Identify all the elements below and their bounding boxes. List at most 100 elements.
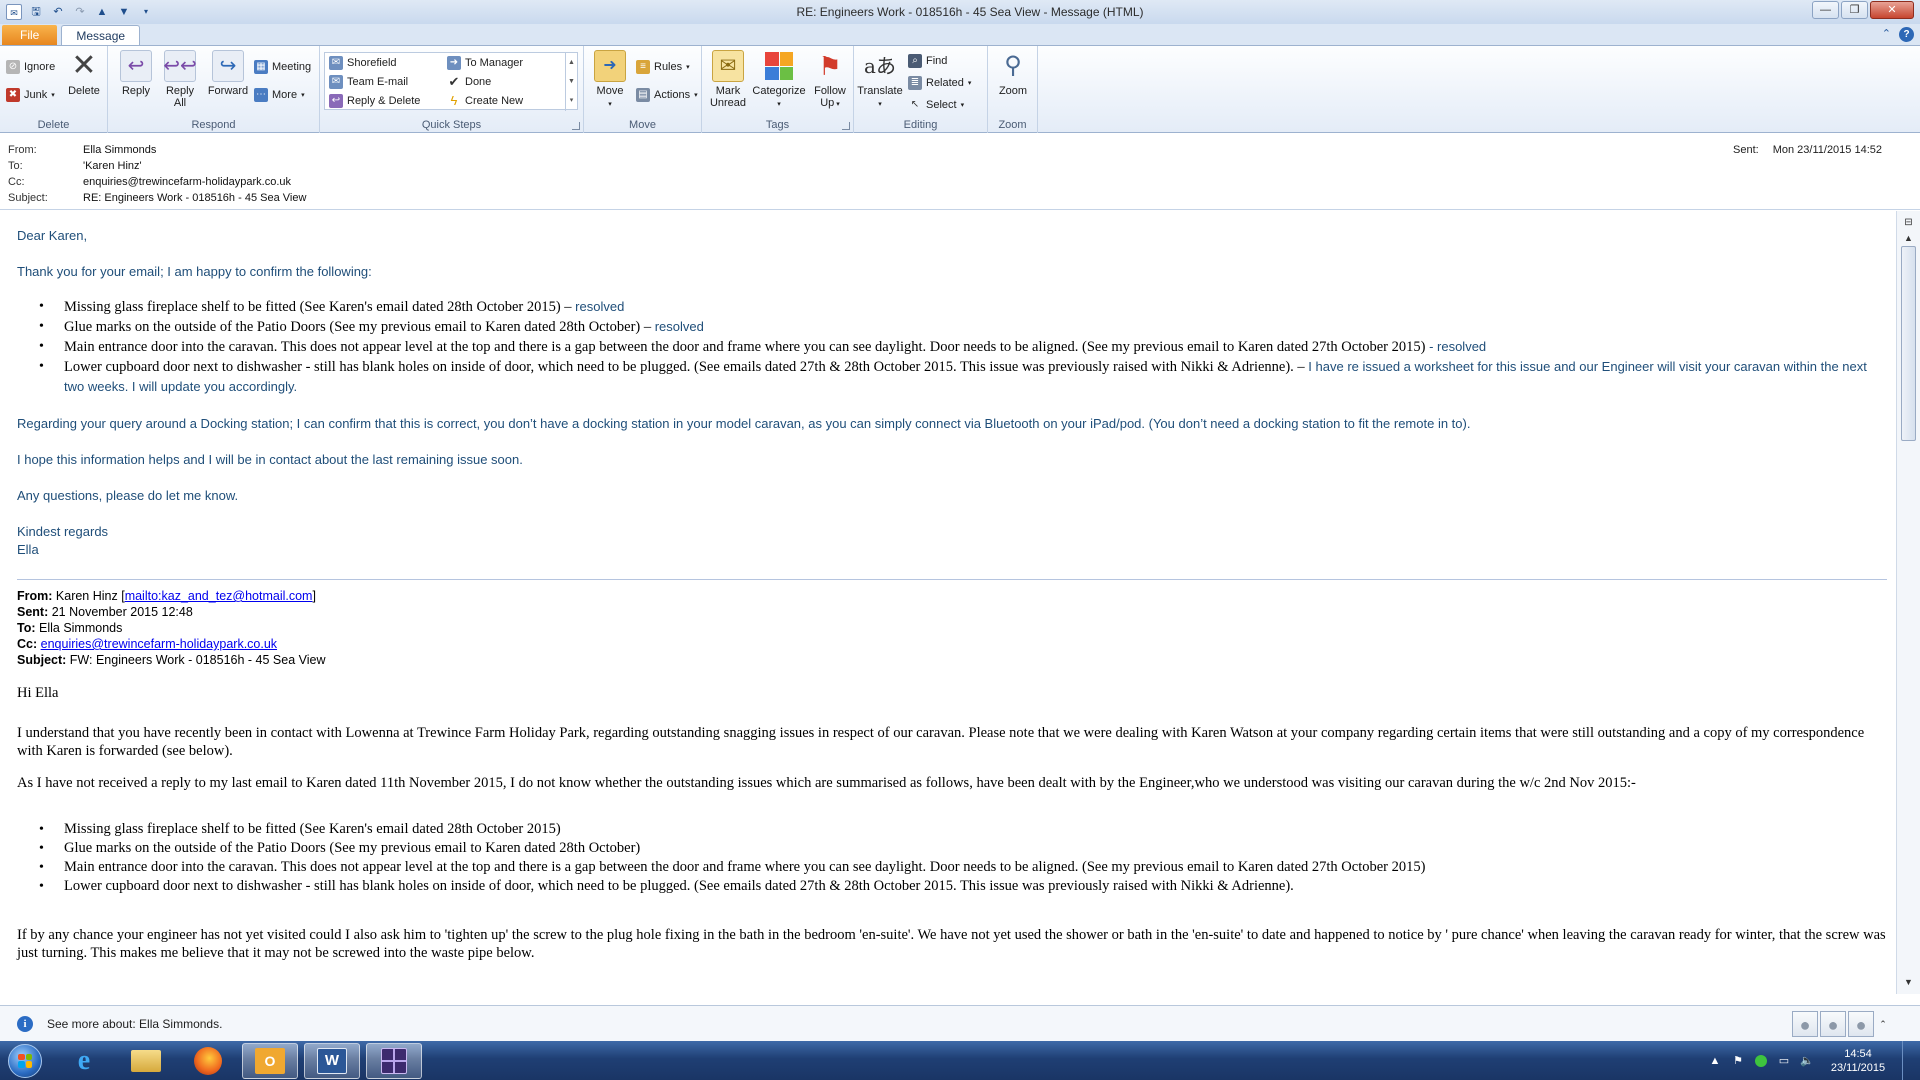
split-icon[interactable]: ⊟ [1901,215,1916,230]
translate-button[interactable]: aあ Translate ▾ [856,50,904,111]
tab-file[interactable]: File [2,25,58,45]
next-item-icon[interactable]: ▼ [116,4,132,20]
undo-icon[interactable]: ↶ [50,4,66,20]
person-avatar-icon[interactable]: ● [1848,1011,1874,1037]
maximize-button[interactable]: ❐ [1841,1,1868,19]
related-icon: ≣ [908,76,922,90]
quick-step-to-manager[interactable]: ➜ To Manager [447,54,523,72]
quick-step-shorefield[interactable]: ✉ Shorefield [329,54,397,72]
list-item: Missing glass fireplace shelf to be fitt… [39,297,1887,317]
meeting-button[interactable]: ▦ Meeting [254,58,311,76]
scrollbar-thumb[interactable] [1901,246,1916,441]
fwd-from-link[interactable]: mailto:kaz_and_tez@hotmail.com [125,589,313,603]
people-pane-text[interactable]: See more about: Ella Simmonds. [47,1017,222,1031]
list-item: Glue marks on the outside of the Patio D… [39,839,1887,858]
sender-name[interactable]: Ella Simmonds [83,144,156,160]
outlook-message-window: ✉ 🖫 ↶ ↷ ▲ ▼ ▾ RE: Engineers Work - 01851… [0,0,1920,1080]
forward-icon: ↪ [212,50,244,82]
cc-address[interactable]: enquiries@trewincefarm-holidaypark.co.uk [83,176,291,192]
start-button[interactable] [0,1041,50,1080]
delete-button[interactable]: ✕ Delete [60,50,108,98]
network-icon[interactable]: ▭ [1777,1054,1791,1068]
related-button[interactable]: ≣ Related ▾ [908,74,971,92]
calculator-app-icon[interactable] [366,1042,422,1079]
fwd-from-row: From: Karen Hinz [mailto:kaz_and_tez@hot… [17,589,316,603]
zoom-button[interactable]: ⚲ Zoom [989,50,1037,98]
action-center-flag-icon[interactable]: ⚑ [1731,1054,1745,1068]
outlook-icon: ✉ [6,4,22,20]
scroll-up-icon[interactable]: ▲ [1901,231,1916,246]
minimize-button[interactable]: — [1812,1,1839,19]
list-item: Main entrance door into the caravan. Thi… [39,858,1887,877]
firefox-icon[interactable] [180,1043,236,1079]
follow-up-button[interactable]: ⚑ Follow Up ▾ [806,50,854,111]
customize-toolbar-icon[interactable]: ▾ [138,4,154,20]
show-desktop-button[interactable] [1902,1041,1914,1080]
reply-button[interactable]: ↩ Reply [112,50,160,97]
junk-icon: ✖ [6,88,20,102]
cc-row: Cc: enquiries@trewincefarm-holidaypark.c… [8,176,291,192]
word-icon[interactable]: W [304,1042,360,1079]
message-body-content: Dear Karen, Thank you for your email; I … [17,227,1887,962]
tab-message[interactable]: Message [61,25,141,45]
ignore-icon: ⊘ [6,60,20,74]
categorize-button[interactable]: Categorize ▾ [752,50,806,111]
recipient-name[interactable]: 'Karen Hinz' [83,160,142,176]
flag-icon: ⚑ [818,51,842,81]
actions-icon: ▤ [636,88,650,102]
translate-icon: aあ [864,54,896,78]
fwd-cc-link[interactable]: enquiries@trewincefarm-holidaypark.co.uk [41,637,277,651]
quick-step-reply-delete[interactable]: ↩ Reply & Delete [329,92,420,110]
junk-button[interactable]: ✖ Junk ▾ [6,86,55,104]
binoculars-icon: ⌕ [908,54,922,68]
volume-icon[interactable]: 🔈 [1800,1054,1814,1068]
rules-button[interactable]: ≡ Rules ▾ [636,58,690,76]
person-avatar-icon[interactable]: ● [1792,1011,1818,1037]
show-hidden-icons-icon[interactable]: ▲ [1708,1054,1722,1068]
fwd-cc-row: Cc: enquiries@trewincefarm-holidaypark.c… [17,637,278,651]
cursor-icon: ↖ [910,99,920,110]
help-icon[interactable]: ? [1899,27,1914,42]
person-avatar-icon[interactable]: ● [1820,1011,1846,1037]
find-button[interactable]: ⌕ Find [908,52,947,70]
select-button[interactable]: ↖ Select ▾ [908,96,964,114]
fwd-subject-row: Subject: FW: Engineers Work - 018516h - … [17,653,326,667]
move-button[interactable]: ➜ Move ▾ [586,50,634,111]
window-title: RE: Engineers Work - 018516h - 45 Sea Vi… [796,5,1144,19]
forward-button[interactable]: ↪ Forward [204,50,252,97]
quick-step-done[interactable]: ✔ Done [447,73,492,91]
signature: Ella [17,542,39,557]
expand-people-pane-icon[interactable]: ⌃ [1876,1011,1890,1037]
quick-step-team-email[interactable]: ✉ Team E-mail [329,73,408,91]
outlook-taskbar-icon[interactable]: O [242,1042,298,1079]
save-icon[interactable]: 🖫 [28,4,44,20]
ignore-button[interactable]: ⊘ Ignore [6,58,55,76]
team-email-icon: ✉ [329,75,343,89]
previous-item-icon[interactable]: ▲ [94,4,110,20]
redo-icon[interactable]: ↷ [72,4,88,20]
actions-button[interactable]: ▤ Actions ▾ [636,86,698,104]
reply-all-button[interactable]: ↩↩ Reply All [156,50,204,109]
from-row: From: Ella Simmonds [8,144,156,160]
vertical-scrollbar[interactable]: ⊟ ▲ ▼ [1896,211,1920,994]
mark-unread-button[interactable]: ✉ Mark Unread [704,50,752,109]
message-body[interactable]: Dear Karen, Thank you for your email; I … [0,211,1900,994]
list-item: Glue marks on the outside of the Patio D… [39,317,1887,337]
scroll-down-icon[interactable]: ▼ [1901,975,1916,990]
clock[interactable]: 14:54 23/11/2015 [1823,1047,1893,1075]
more-respond-button[interactable]: ⋯ More ▾ [254,86,305,104]
reply-all-icon: ↩↩ [163,50,197,82]
rules-icon: ≡ [636,60,650,74]
status-green-icon[interactable] [1754,1054,1768,1068]
internet-explorer-icon[interactable]: e [56,1043,112,1079]
people-pictures: ● ● ● ⌃ [1792,1011,1890,1037]
minimize-ribbon-icon[interactable]: ⌃ [1882,27,1891,42]
mail-icon: ✉ [329,56,343,70]
file-explorer-icon[interactable] [118,1043,174,1079]
quick-steps-scroll[interactable]: ▲ ▼ ▾ [565,53,577,111]
quick-step-create-new[interactable]: ϟ Create New [447,92,524,110]
close-button[interactable]: ✕ [1870,1,1914,19]
window-controls: — ❐ ✕ [1812,1,1914,19]
quick-access-toolbar: ✉ 🖫 ↶ ↷ ▲ ▼ ▾ [0,4,180,20]
respond-group: ↩ Reply ↩↩ Reply All ↪ Forward ▦ Meeting… [108,46,320,133]
